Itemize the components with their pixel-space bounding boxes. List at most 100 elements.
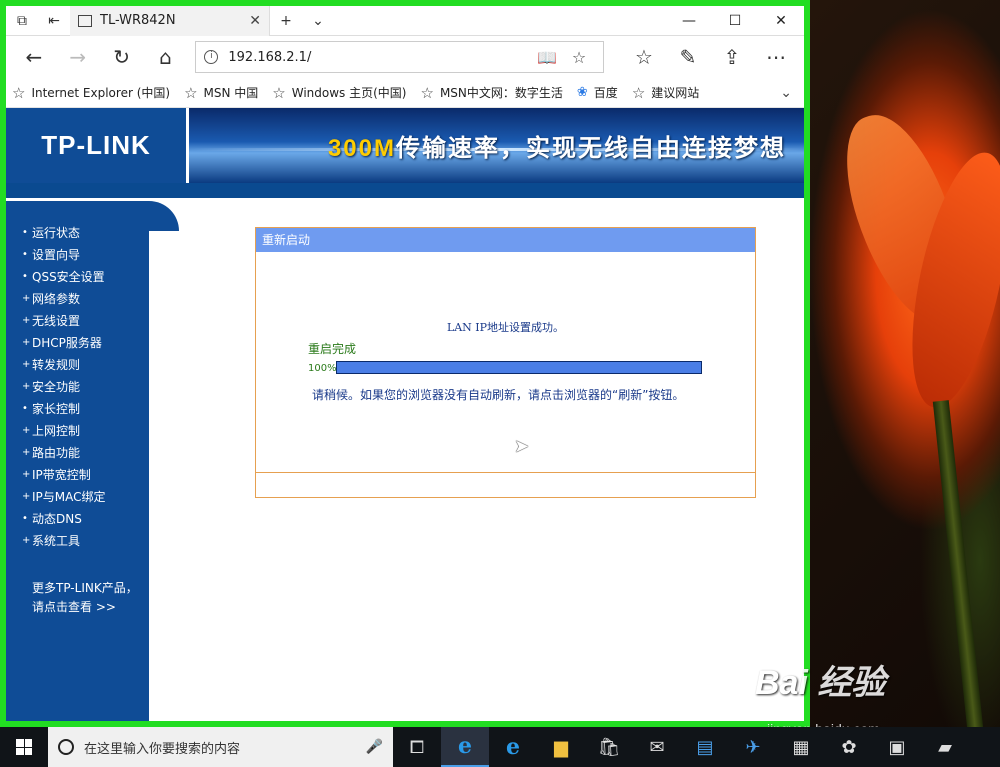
panel-body: LAN IP地址设置成功。 重启完成 100% 请稍候。如果您的浏览器没有自动刷… [256,252,755,472]
taskbar-search[interactable]: 在这里输入你要搜索的内容 🎤 [48,727,393,767]
menu-label: IP与MAC绑定 [32,489,106,504]
favorite-star-icon[interactable]: ☆ [563,48,595,67]
menu-item-qss[interactable]: • QSS安全设置 [22,265,149,287]
title-bar: ⧉ ⇤ TL-WR842N ✕ + ⌄ — ☐ ✕ [6,5,804,36]
favorite-label: 百度 [593,86,618,100]
menu-bullet: + [22,336,31,348]
menu-bullet: + [22,380,31,392]
menu-item-security[interactable]: + 安全功能 [22,375,149,397]
more-products-line: 更多TP-LINK产品， [32,581,138,595]
app-icon[interactable]: ▰ [921,727,969,767]
progress-bar [336,361,702,374]
lan-ip-message: LAN IP地址设置成功。 [446,321,565,334]
edge-icon[interactable]: e [441,727,489,767]
favorite-item[interactable]: ☆ Internet Explorer (中国) [12,84,170,102]
start-button[interactable] [0,727,48,767]
more-products-link[interactable]: 更多TP-LINK产品， 请点击查看 >> [22,579,149,617]
menu-item-ddns[interactable]: • 动态DNS [22,507,149,529]
menu-label: 动态DNS [32,511,82,526]
maximize-button[interactable]: ☐ [712,6,758,36]
web-note-icon[interactable]: ✎ [666,40,710,74]
favorite-item[interactable]: ☆ 建议网站 [632,84,699,102]
app-icon[interactable]: ✈ [729,727,777,767]
chevron-down-icon[interactable]: ⌄ [780,85,798,101]
router-banner: TP-LINK 300M传输速率，实现无线自由连接梦想 [6,108,804,183]
tab-manager-icon[interactable]: ⧉ [6,6,38,36]
cortana-icon [58,739,74,755]
reboot-panel: 重新启动 LAN IP地址设置成功。 重启完成 100% 请稍候。如果您的浏览器… [255,227,756,498]
microphone-icon[interactable]: 🎤 [366,739,383,755]
favorites-bar: ☆ Internet Explorer (中国) ☆ MSN 中国 ☆ Windows… [6,78,804,108]
menu-item-wireless[interactable]: + 无线设置 [22,309,149,331]
star-icon: ☆ [12,83,26,102]
home-icon[interactable]: ⌂ [144,40,188,74]
menu-item-network[interactable]: + 网络参数 [22,287,149,309]
menu-item-system-tools[interactable]: + 系统工具 [22,529,149,551]
menu-item-access[interactable]: + 上网控制 [22,419,149,441]
menu-label: 上网控制 [32,423,81,438]
tab-title: TL-WR842N [100,13,176,28]
star-icon: ☆ [184,83,198,102]
task-view-icon[interactable]: ⧠ [393,727,441,767]
favorite-label: MSN中文网：数字生活 [439,86,563,100]
minimize-button[interactable]: — [666,6,712,36]
nav-bar: ← → ↻ ⌂ i 192.168.2.1/ 📖 ☆ ☆ ✎ ⇪ ⋯ [6,36,804,78]
forward-icon[interactable]: → [56,40,100,74]
menu-label: 路由功能 [32,445,81,460]
watermark-logo-text: Bai 经验 [755,664,886,702]
menu-item-parental[interactable]: • 家长控制 [22,397,149,419]
share-icon[interactable]: ⇪ [710,40,754,74]
slogan-highlight: 300M [327,135,396,162]
app-icon[interactable]: ▦ [777,727,825,767]
favorites-hub-icon[interactable]: ☆ [622,40,666,74]
reading-view-icon[interactable]: 📖 [531,48,563,67]
browser-tab[interactable]: TL-WR842N ✕ [70,5,270,36]
favorite-item[interactable]: ☆ Windows 主页(中国) [272,84,406,102]
menu-item-forwarding[interactable]: + 转发规则 [22,353,149,375]
menu-bullet: • [22,402,28,414]
mouse-cursor-icon: ➤ [514,436,530,457]
internet-explorer-icon[interactable]: e [489,727,537,767]
tulip-stem [932,400,984,730]
menu-label: 系统工具 [32,533,81,548]
taskbar: 在这里输入你要搜索的内容 🎤 ⧠ e e ▆ 🛍 ✉ ▤ ✈ ▦ ✿ ▣ ▰ [0,727,1000,767]
menu-label: 安全功能 [32,379,81,394]
favorite-label: MSN 中国 [203,86,259,100]
chevron-down-icon[interactable]: ⌄ [302,6,334,36]
menu-item-status[interactable]: • 运行状态 [22,221,149,243]
menu-bullet: + [22,424,31,436]
menu-bullet: + [22,358,31,370]
favorite-item[interactable]: ☆ MSN 中国 [184,84,258,102]
panel-title: 重新启动 [256,228,755,252]
menu-item-routing[interactable]: + 路由功能 [22,441,149,463]
menu-item-ip-mac[interactable]: + IP与MAC绑定 [22,485,149,507]
close-tab-icon[interactable]: ✕ [249,13,261,29]
url-text[interactable]: 192.168.2.1/ [228,50,531,65]
set-tabs-aside-icon[interactable]: ⇤ [38,6,70,36]
menu-item-bandwidth[interactable]: + IP带宽控制 [22,463,149,485]
info-icon[interactable]: i [204,50,219,64]
new-tab-icon[interactable]: + [270,6,302,36]
favorite-item[interactable]: ❀ 百度 [577,84,618,101]
menu-bullet: • [22,226,28,238]
file-explorer-icon[interactable]: ▆ [537,727,585,767]
app-icon[interactable]: ▣ [873,727,921,767]
mail-icon[interactable]: ✉ [633,727,681,767]
refresh-icon[interactable]: ↻ [100,40,144,74]
menu-label: 设置向导 [32,247,81,262]
close-button[interactable]: ✕ [758,6,804,36]
favorite-item[interactable]: ☆ MSN中文网：数字生活 [420,84,562,102]
favorite-label: Internet Explorer (中国) [31,86,171,100]
address-bar[interactable]: i 192.168.2.1/ 📖 ☆ [195,41,604,73]
network-app-icon[interactable]: ▤ [681,727,729,767]
more-icon[interactable]: ⋯ [754,40,798,74]
menu-bullet: + [22,534,31,546]
app-icon[interactable]: ✿ [825,727,873,767]
back-icon[interactable]: ← [12,40,56,74]
more-products-line: 请点击查看 >> [32,600,116,614]
menu-item-wizard[interactable]: • 设置向导 [22,243,149,265]
store-icon[interactable]: 🛍 [585,727,633,767]
menu-item-dhcp[interactable]: + DHCP服务器 [22,331,149,353]
menu-label: 转发规则 [32,357,81,372]
menu-bullet: • [22,270,28,282]
